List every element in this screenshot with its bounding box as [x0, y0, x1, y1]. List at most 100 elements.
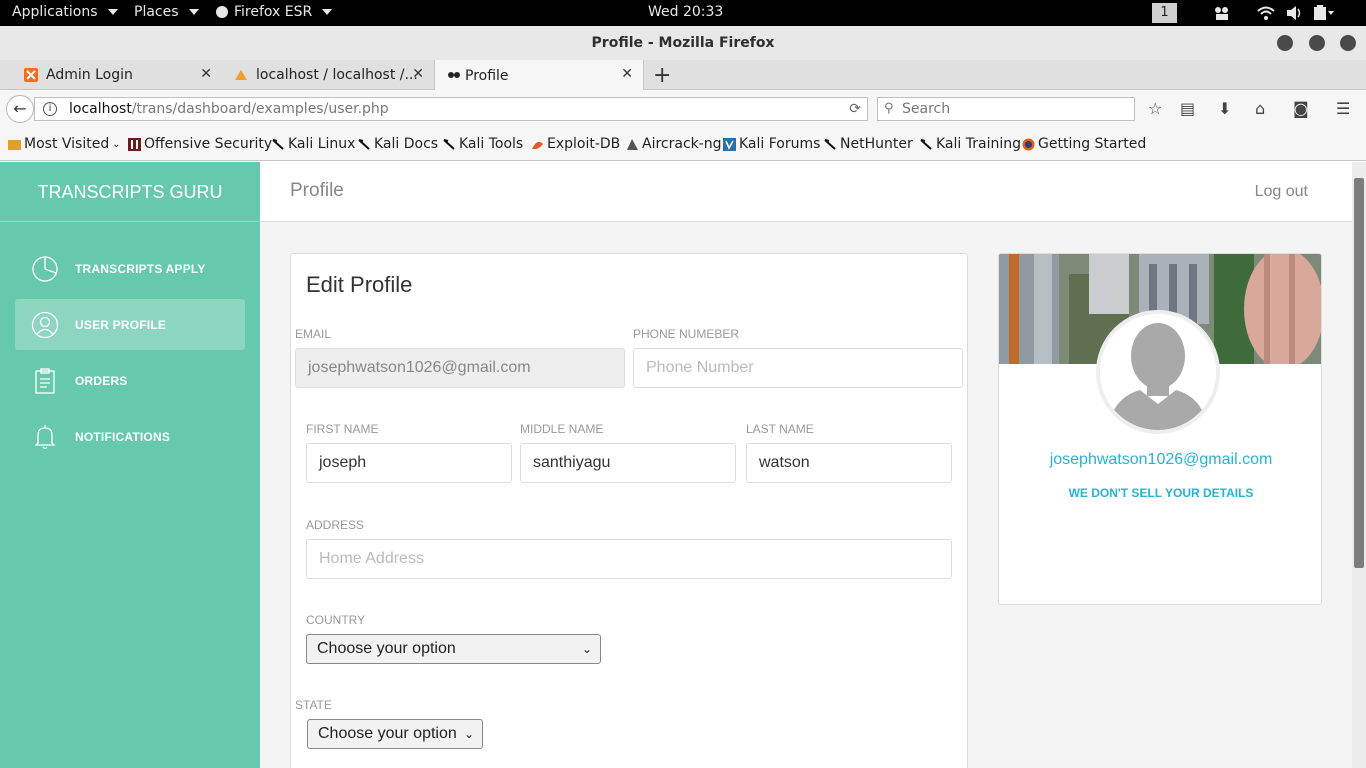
- profile-email: josephwatson1026@gmail.com: [1049, 451, 1273, 468]
- search-input[interactable]: ⚲ Search: [877, 97, 1135, 121]
- tab-strip: Admin Login ✕ localhost / localhost /...…: [0, 60, 1366, 91]
- bookmark-exploit-db[interactable]: Exploit-DB: [531, 136, 620, 152]
- kali-icon: [443, 138, 455, 150]
- url-path: /trans/dashboard/examples/user.php: [131, 101, 389, 117]
- tab-label: Profile: [465, 67, 509, 84]
- kali-icon: [920, 138, 932, 150]
- kali-icon: [824, 138, 836, 150]
- page-content: TRANSCRIPTS GURU TRANSCRIPTS APPLY USER …: [0, 162, 1352, 768]
- aircrack-icon: [627, 138, 638, 150]
- bookmark-kali-docs[interactable]: Kali Docs: [358, 136, 438, 152]
- bookmark-kali-forums[interactable]: Kali Forums: [723, 136, 820, 152]
- pocket-icon[interactable]: ◙: [1293, 99, 1309, 118]
- tab-admin-login[interactable]: Admin Login ✕: [0, 60, 222, 90]
- state-select-value: Choose your option: [318, 725, 457, 742]
- first-name-field[interactable]: joseph: [306, 443, 512, 483]
- bookmark-nethunter[interactable]: NetHunter: [824, 136, 913, 152]
- last-name-field[interactable]: watson: [746, 443, 952, 483]
- library-icon[interactable]: ▤: [1180, 99, 1195, 118]
- bookmark-label: Exploit-DB: [547, 136, 621, 152]
- nav-bar: ← i localhost/trans/dashboard/examples/u…: [0, 90, 1366, 128]
- os-topbar: Applications Places Firefox ESR Wed 20:3…: [0, 0, 1366, 26]
- kali-icon: [358, 138, 370, 150]
- sidebar-item-label: ORDERS: [75, 373, 128, 388]
- bookmark-kali-tools[interactable]: Kali Tools: [443, 136, 523, 152]
- sidebar: TRANSCRIPTS GURU TRANSCRIPTS APPLY USER …: [0, 162, 260, 768]
- battery-icon[interactable]: [1313, 5, 1335, 21]
- bookmark-label: Kali Tools: [459, 136, 524, 152]
- url-bar[interactable]: i localhost/trans/dashboard/examples/use…: [34, 97, 868, 121]
- chevron-down-icon: [322, 9, 333, 15]
- bookmark-aircrack-ng[interactable]: Aircrack-ng: [626, 136, 722, 152]
- close-tab-icon[interactable]: ✕: [200, 66, 212, 82]
- chevron-down-icon: ⌄: [581, 642, 592, 656]
- reload-icon[interactable]: ⟳: [849, 98, 861, 120]
- middle-name-label: MIDDLE NAME: [520, 422, 604, 436]
- hamburger-menu-icon[interactable]: ☰: [1336, 99, 1350, 118]
- phpmyadmin-icon: [235, 70, 247, 80]
- new-tab-button[interactable]: +: [653, 63, 671, 88]
- video-icon[interactable]: [1213, 5, 1231, 21]
- bookmark-label: Kali Linux: [288, 136, 356, 152]
- user-icon: [31, 311, 59, 339]
- wifi-icon[interactable]: [1257, 5, 1275, 21]
- offsec-icon: [128, 137, 141, 151]
- middle-name-field[interactable]: santhiyagu: [520, 443, 736, 483]
- page-title: Profile: [290, 180, 344, 201]
- state-select[interactable]: Choose your option ⌄: [307, 719, 483, 749]
- page-header: Profile Log out: [260, 162, 1352, 222]
- bookmark-kali-training[interactable]: Kali Training: [920, 136, 1021, 152]
- applications-menu[interactable]: Applications: [12, 4, 118, 20]
- last-name-label: LAST NAME: [746, 422, 814, 436]
- close-tab-icon[interactable]: ✕: [621, 66, 633, 82]
- email-field[interactable]: josephwatson1026@gmail.com: [295, 348, 625, 388]
- bookmark-getting-started[interactable]: Getting Started: [1022, 136, 1146, 152]
- workspace-indicator[interactable]: 1: [1152, 3, 1177, 23]
- close-tab-icon[interactable]: ✕: [412, 66, 424, 82]
- bookmark-offensive-security[interactable]: Offensive Security: [128, 136, 272, 152]
- clock[interactable]: Wed 20:33: [648, 4, 723, 20]
- chevron-down-icon: ⌄: [112, 138, 121, 150]
- avatar: [1096, 310, 1220, 434]
- bookmark-kali-linux[interactable]: Kali Linux: [272, 136, 355, 152]
- tab-label: localhost / localhost /...: [256, 67, 418, 83]
- logout-link[interactable]: Log out: [1255, 183, 1308, 201]
- bookmark-label: Kali Forums: [739, 136, 821, 152]
- tab-profile[interactable]: Profile ✕: [434, 60, 644, 91]
- address-field[interactable]: Home Address: [306, 539, 952, 579]
- info-icon[interactable]: i: [43, 102, 57, 116]
- minimize-button[interactable]: [1277, 35, 1293, 51]
- firefox-app-menu[interactable]: Firefox ESR: [216, 4, 333, 20]
- scrollbar-thumb[interactable]: [1354, 178, 1364, 568]
- close-window-button[interactable]: [1340, 35, 1356, 51]
- clipboard-icon: [35, 368, 55, 394]
- sidebar-item-transcripts-apply[interactable]: TRANSCRIPTS APPLY: [15, 243, 245, 294]
- sidebar-item-notifications[interactable]: NOTIFICATIONS: [15, 411, 245, 462]
- volume-icon[interactable]: [1286, 5, 1304, 21]
- back-button[interactable]: ←: [6, 95, 34, 123]
- bookmark-label: Offensive Security: [144, 136, 273, 152]
- sidebar-item-user-profile[interactable]: USER PROFILE: [15, 299, 245, 350]
- sidebar-item-label: TRANSCRIPTS APPLY: [75, 261, 206, 276]
- home-icon[interactable]: ⌂: [1255, 99, 1265, 118]
- bell-icon: [34, 425, 56, 450]
- maximize-button[interactable]: [1309, 35, 1325, 51]
- bookmark-label: Getting Started: [1038, 136, 1147, 152]
- first-name-label: FIRST NAME: [306, 422, 379, 436]
- download-icon[interactable]: ⬇: [1218, 99, 1231, 118]
- country-select[interactable]: Choose your option ⌄: [306, 634, 601, 664]
- tab-phpmyadmin[interactable]: localhost / localhost /... ✕: [222, 60, 434, 90]
- kali-forums-icon: [723, 137, 736, 151]
- country-select-value: Choose your option: [317, 640, 456, 657]
- page-scrollbar[interactable]: [1352, 162, 1366, 768]
- folder-icon: [8, 139, 21, 150]
- places-menu[interactable]: Places: [134, 4, 199, 20]
- sidebar-item-orders[interactable]: ORDERS: [15, 355, 245, 406]
- bookmark-star-icon[interactable]: ☆: [1148, 99, 1162, 118]
- edit-profile-card: Edit Profile EMAIL josephwatson1026@gmai…: [290, 253, 968, 768]
- bookmark-most-visited[interactable]: Most Visited ⌄: [8, 136, 121, 152]
- phone-field[interactable]: Phone Number: [633, 348, 963, 388]
- sidebar-item-label: NOTIFICATIONS: [75, 429, 171, 444]
- chevron-down-icon: [188, 9, 199, 15]
- brand-title[interactable]: TRANSCRIPTS GURU: [0, 162, 260, 222]
